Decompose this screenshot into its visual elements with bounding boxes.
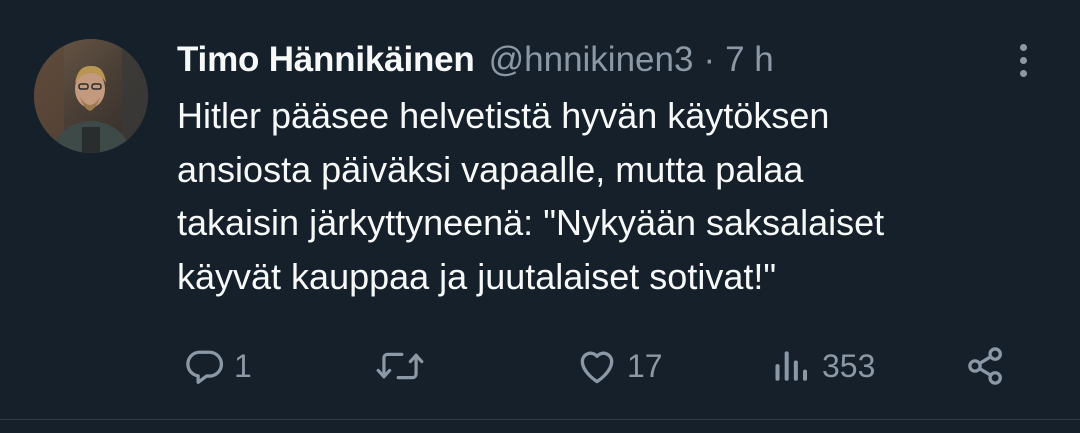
tweet-actions: 1 17 353	[0, 338, 1080, 394]
author-display-name[interactable]: Timo Hännikäinen	[177, 40, 475, 80]
reply-count: 1	[234, 347, 252, 384]
retweet-icon	[376, 352, 424, 380]
tweet-text: Hitler pääsee helvetistä hyvän käytöksen…	[177, 89, 1057, 303]
more-options-button[interactable]	[1004, 38, 1042, 82]
more-dot	[1019, 56, 1027, 64]
tweet-header: Timo Hännikäinen @hnnikinen3 · 7 h	[177, 34, 774, 86]
author-handle[interactable]: @hnnikinen3	[489, 40, 694, 80]
like-button[interactable]: 17	[575, 338, 663, 394]
timestamp[interactable]: 7 h	[725, 40, 774, 80]
header-separator: ·	[703, 40, 716, 79]
tweet-text-line: ansiosta päiväksi vapaalle, mutta palaa	[177, 148, 804, 190]
retweet-button[interactable]	[375, 338, 433, 394]
avatar[interactable]	[34, 39, 148, 153]
tweet[interactable]: Timo Hännikäinen @hnnikinen3 · 7 h Hitle…	[0, 0, 1080, 433]
reply-button[interactable]: 1	[182, 338, 252, 394]
share-icon	[968, 347, 1002, 385]
tweet-text-line: takaisin järkyttyneenä: "Nykyään saksala…	[177, 202, 885, 243]
tweet-text-line: Hitler pääsee helvetistä hyvän käytöksen	[177, 95, 830, 136]
views-icon	[775, 351, 808, 381]
heart-icon	[580, 351, 614, 384]
like-count: 17	[627, 347, 663, 384]
avatar-photo	[34, 39, 148, 153]
share-button[interactable]	[964, 338, 1008, 394]
more-dot	[1019, 69, 1027, 77]
tweet-text-line: käyvät kauppaa ja juutalaiset sotivat!"	[177, 255, 777, 297]
views-count: 353	[822, 347, 876, 384]
views-button[interactable]: 353	[770, 338, 875, 394]
tweet-divider	[0, 419, 1080, 420]
reply-icon	[186, 350, 224, 384]
more-dot	[1019, 43, 1027, 51]
